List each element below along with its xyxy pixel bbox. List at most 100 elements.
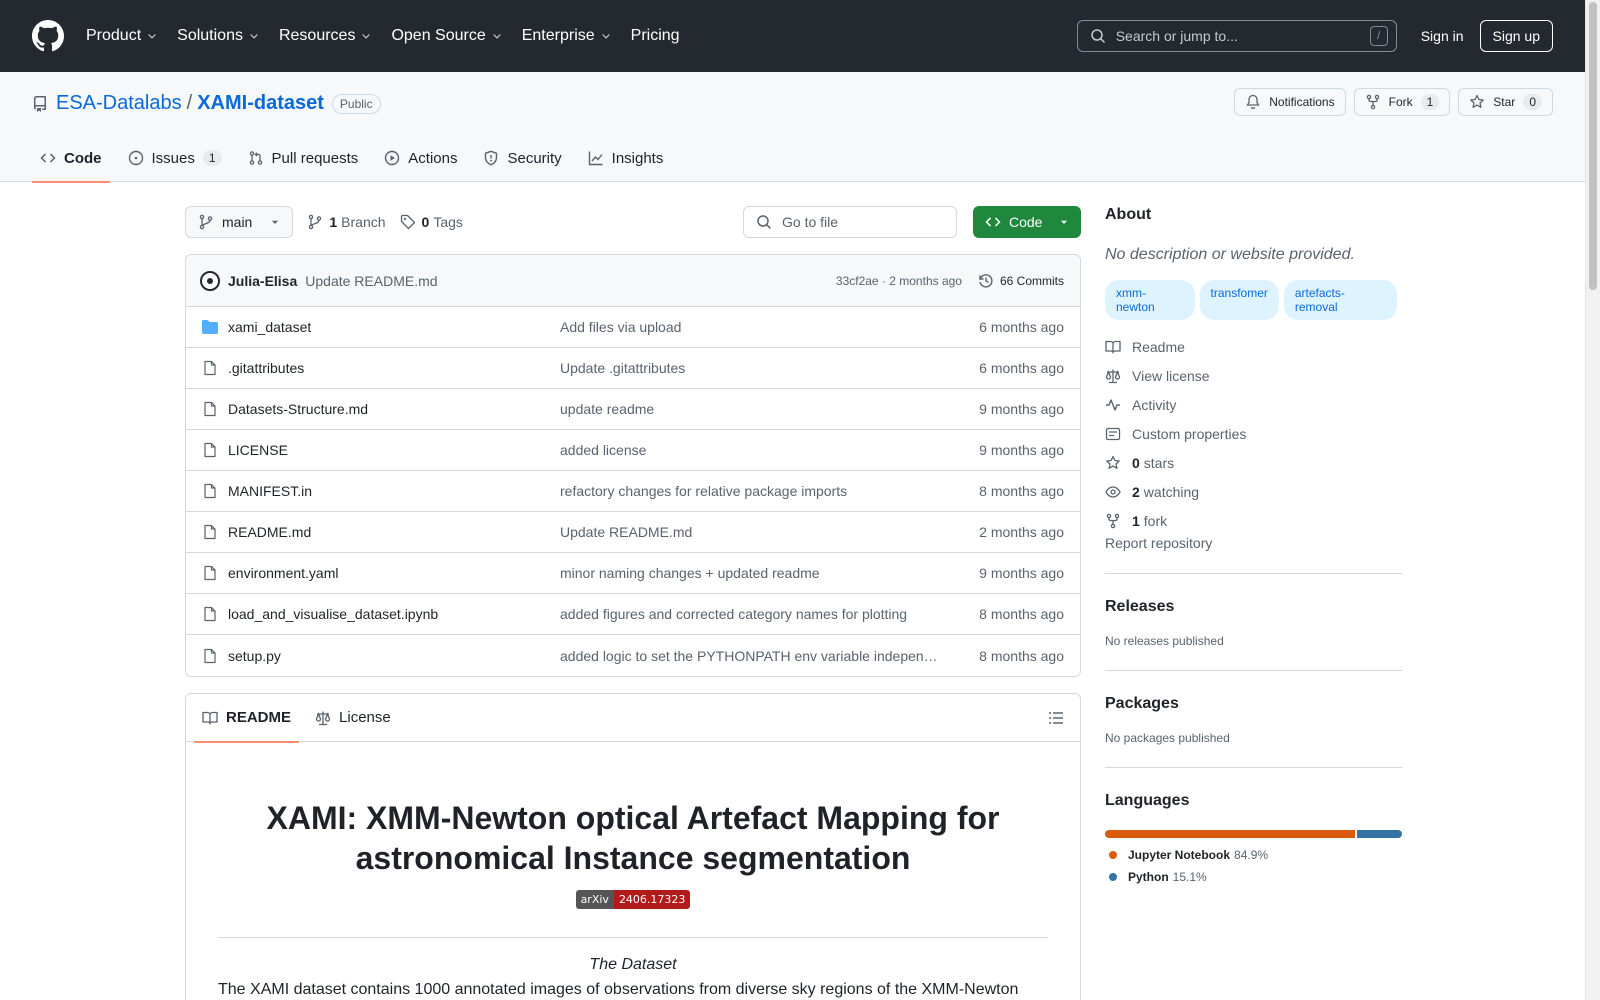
nav-enterprise[interactable]: Enterprise bbox=[522, 27, 612, 45]
global-search-input[interactable]: Search or jump to... / bbox=[1076, 20, 1397, 52]
language-bar-segment[interactable] bbox=[1105, 830, 1356, 838]
tab-actions[interactable]: Actions bbox=[376, 134, 465, 182]
file-row[interactable]: Datasets-Structure.md update readme 9 mont… bbox=[186, 389, 1080, 430]
tab-security[interactable]: Security bbox=[475, 134, 569, 182]
file-name-link[interactable]: .gitattributes bbox=[228, 360, 560, 376]
tab-license[interactable]: License bbox=[307, 694, 399, 742]
language-item[interactable]: Python 15.1% bbox=[1105, 870, 1402, 884]
file-name-link[interactable]: xami_dataset bbox=[228, 319, 560, 335]
commit-count-label: 66 Commits bbox=[999, 273, 1064, 288]
code-download-button[interactable]: Code bbox=[973, 206, 1081, 238]
file-name-link[interactable]: MANIFEST.in bbox=[228, 483, 560, 499]
topic-tag[interactable]: artefacts-removal bbox=[1283, 280, 1397, 320]
topic-tag[interactable]: transfomer bbox=[1199, 280, 1279, 320]
file-commit-message[interactable]: added logic to set the PYTHONPATH env va… bbox=[560, 648, 974, 664]
file-row[interactable]: LICENSE added license 9 months ago bbox=[186, 430, 1080, 471]
file-row[interactable]: MANIFEST.in refactory changes for relativ… bbox=[186, 471, 1080, 512]
tags-link[interactable]: 0 Tags bbox=[400, 214, 463, 230]
eye-icon bbox=[1105, 485, 1121, 498]
watchers-link[interactable]: 2 watching bbox=[1105, 477, 1402, 506]
fork-button[interactable]: Fork 1 bbox=[1353, 88, 1451, 116]
language-bar-segment[interactable] bbox=[1357, 830, 1402, 838]
arxiv-badge[interactable]: arXiv 2406.17323 bbox=[218, 890, 1048, 909]
file-row[interactable]: setup.py added logic to set the PYTHONPAT… bbox=[186, 635, 1080, 676]
language-percent: 15.1% bbox=[1172, 870, 1207, 884]
commits-history-link[interactable]: 66 Commits bbox=[978, 273, 1064, 289]
nav-pricing[interactable]: Pricing bbox=[631, 27, 680, 45]
file-commit-message[interactable]: minor naming changes + updated readme bbox=[560, 565, 974, 581]
commit-hash-time[interactable]: 33cf2ae · 2 months ago bbox=[836, 274, 962, 288]
chevron-down-icon bbox=[148, 34, 156, 39]
file-name-link[interactable]: load_and_visualise_dataset.ipynb bbox=[228, 606, 560, 622]
branches-link[interactable]: 1 Branch bbox=[307, 214, 386, 230]
file-name-link[interactable]: LICENSE bbox=[228, 442, 560, 458]
file-name-link[interactable]: environment.yaml bbox=[228, 565, 560, 581]
chevron-down-icon bbox=[362, 34, 371, 39]
topic-tag[interactable]: xmm-newton bbox=[1105, 280, 1195, 320]
file-commit-message[interactable]: Add files via upload bbox=[560, 319, 974, 335]
code-button-label: Code bbox=[1009, 214, 1043, 230]
about-links: Readme View license Activity Custom prop… bbox=[1105, 332, 1402, 535]
tab-label: Security bbox=[507, 149, 562, 167]
nav-open-source[interactable]: Open Source bbox=[391, 27, 502, 45]
commit-author-link[interactable]: Julia-Elisa bbox=[228, 273, 297, 289]
list-unordered-icon[interactable] bbox=[1048, 710, 1064, 726]
stars-link[interactable]: 0 stars bbox=[1105, 448, 1402, 477]
packages-heading[interactable]: Packages bbox=[1105, 695, 1402, 713]
forks-link[interactable]: 1 fork bbox=[1105, 506, 1402, 535]
tab-issues[interactable]: Issues 1 bbox=[120, 134, 230, 182]
sign-up-button[interactable]: Sign up bbox=[1479, 20, 1553, 52]
repo-owner-link[interactable]: ESA-Datalabs bbox=[56, 92, 182, 115]
custom-properties-link[interactable]: Custom properties bbox=[1105, 419, 1402, 448]
file-row[interactable]: .gitattributes Update .gitattributes 6 mon… bbox=[186, 348, 1080, 389]
page-scrollbar[interactable] bbox=[1585, 0, 1600, 1000]
github-logo-icon[interactable] bbox=[32, 20, 64, 52]
repo-sidebar: About No description or website provided… bbox=[1105, 206, 1402, 892]
tab-insights[interactable]: Insights bbox=[580, 134, 672, 182]
file-name-link[interactable]: Datasets-Structure.md bbox=[228, 401, 560, 417]
commit-message-link[interactable]: Update README.md bbox=[305, 273, 437, 289]
languages-heading: Languages bbox=[1105, 792, 1190, 809]
nav-resources[interactable]: Resources bbox=[279, 27, 372, 45]
releases-heading[interactable]: Releases bbox=[1105, 598, 1402, 616]
avatar[interactable] bbox=[200, 270, 220, 291]
file-row[interactable]: xami_dataset Add files via upload 6 months… bbox=[186, 307, 1080, 348]
tab-label: Actions bbox=[408, 149, 458, 167]
file-name-link[interactable]: setup.py bbox=[228, 648, 560, 664]
go-to-file-input[interactable]: Go to file bbox=[743, 206, 957, 238]
nav-product[interactable]: Product bbox=[86, 27, 158, 45]
notifications-button[interactable]: Notifications bbox=[1234, 88, 1346, 116]
tab-readme[interactable]: README bbox=[194, 694, 300, 743]
file-icon bbox=[202, 606, 228, 622]
report-repository-link[interactable]: Report repository bbox=[1105, 535, 1212, 551]
activity-link[interactable]: Activity bbox=[1105, 390, 1402, 419]
file-commit-message[interactable]: added license bbox=[560, 442, 974, 458]
sign-in-link[interactable]: Sign in bbox=[1421, 28, 1464, 44]
file-commit-message[interactable]: added figures and corrected category nam… bbox=[560, 606, 974, 622]
scrollbar-thumb[interactable] bbox=[1589, 2, 1597, 290]
repo-name-link[interactable]: XAMI-dataset bbox=[197, 92, 324, 115]
file-commit-message[interactable]: Update README.md bbox=[560, 524, 974, 540]
file-commit-message[interactable]: refactory changes for relative package i… bbox=[560, 483, 974, 499]
star-button[interactable]: Star 0 bbox=[1458, 88, 1553, 116]
file-row[interactable]: load_and_visualise_dataset.ipynb added fi… bbox=[186, 594, 1080, 635]
tab-code[interactable]: Code bbox=[32, 134, 110, 183]
file-commit-message[interactable]: update readme bbox=[560, 401, 974, 417]
file-row[interactable]: README.md Update README.md 2 months ago bbox=[186, 512, 1080, 553]
tab-label: Insights bbox=[611, 149, 664, 167]
link-label: View license bbox=[1132, 367, 1210, 384]
view-license-link[interactable]: View license bbox=[1105, 361, 1402, 390]
file-row[interactable]: environment.yaml minor naming changes + u… bbox=[186, 553, 1080, 594]
file-commit-message[interactable]: Update .gitattributes bbox=[560, 360, 974, 376]
branch-select-button[interactable]: main bbox=[185, 206, 294, 238]
repo-path-separator: / bbox=[186, 92, 193, 114]
language-item[interactable]: Jupyter Notebook 84.9% bbox=[1105, 848, 1402, 862]
repo-main: main 1 Branch 0 Tags Go to file Code Jul… bbox=[185, 206, 1081, 1000]
language-color-dot bbox=[1109, 873, 1117, 881]
file-name-link[interactable]: README.md bbox=[228, 524, 560, 540]
chevron-down-icon bbox=[250, 34, 258, 39]
nav-solutions[interactable]: Solutions bbox=[177, 27, 260, 45]
fork-label: Fork bbox=[1388, 95, 1413, 109]
readme-link[interactable]: Readme bbox=[1105, 332, 1402, 361]
tab-pull-requests[interactable]: Pull requests bbox=[240, 134, 367, 182]
